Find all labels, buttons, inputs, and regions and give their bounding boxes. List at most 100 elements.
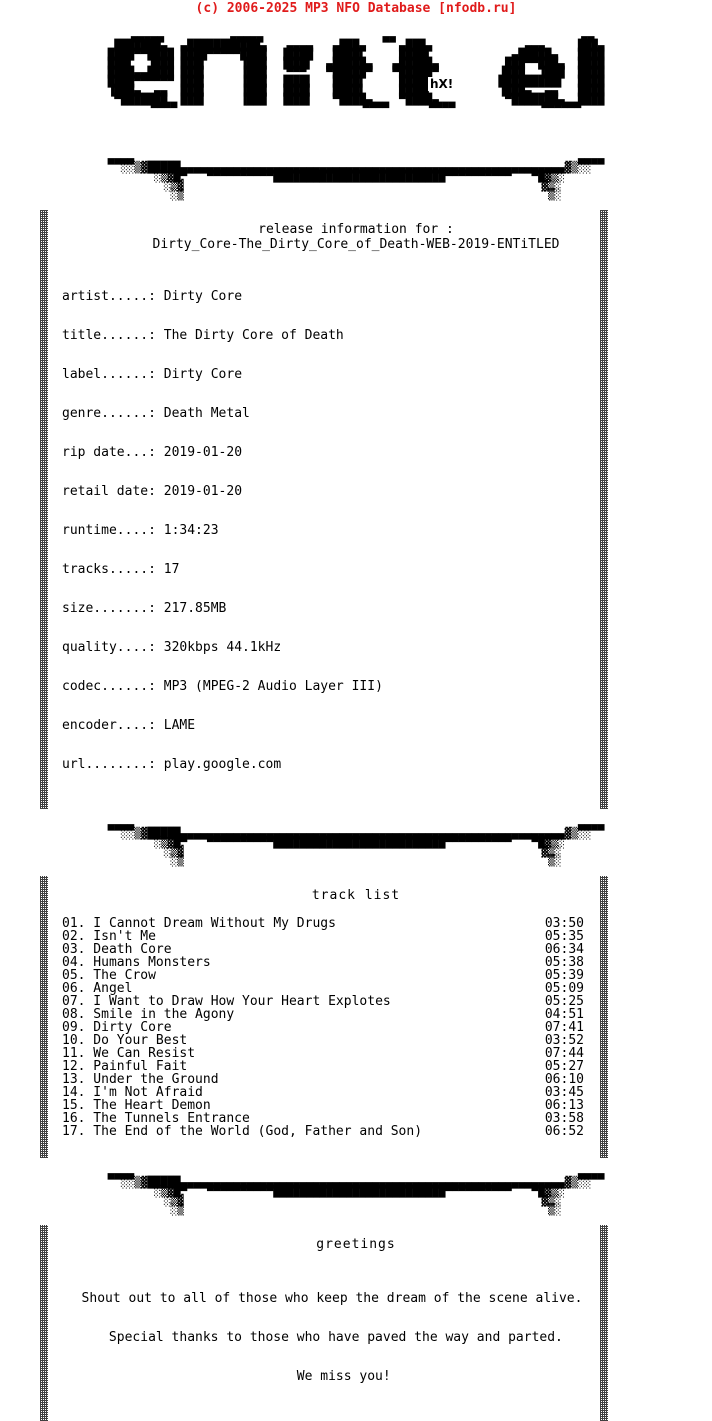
table-row: 05. The Crow 05:39 xyxy=(62,969,584,982)
group-logo: ▄▄▄▄▄ ▄▄▄▄▄ ▄▄ ▄▄ ███████▄ ▄███████████▄… xyxy=(0,21,712,143)
info-row: retail date: 2019-01-20 xyxy=(62,485,712,498)
release-info-heading: release information for : xyxy=(258,222,454,237)
info-label: retail date: xyxy=(62,484,156,499)
info-label: encoder....: xyxy=(62,718,156,733)
track-name: 17. The End of the World (God, Father an… xyxy=(62,1124,423,1139)
track-time: 03:50 xyxy=(544,916,584,931)
track-time: 05:09 xyxy=(544,981,584,996)
table-row: 16. The Tunnels Entrance 03:58 xyxy=(62,1112,584,1125)
track-time: 05:39 xyxy=(544,968,584,983)
track-name: 14. I'm Not Afraid xyxy=(62,1085,203,1100)
info-row: artist.....: Dirty Core xyxy=(62,290,712,303)
greetings-line: Shout out to all of those who keep the d… xyxy=(81,1291,583,1306)
table-row: 07. I Want to Draw How Your Heart Explot… xyxy=(62,995,584,1008)
table-row: 06. Angel 05:09 xyxy=(62,982,584,995)
track-name: 04. Humans Monsters xyxy=(62,955,211,970)
track-name: 09. Dirty Core xyxy=(62,1020,172,1035)
info-label: rip date...: xyxy=(62,445,156,460)
track-name: 08. Smile in the Agony xyxy=(62,1007,235,1022)
info-row: title......: The Dirty Core of Death xyxy=(62,329,712,342)
info-value: LAME xyxy=(163,718,196,733)
info-row: tracks.....: 17 xyxy=(62,563,712,576)
table-row: 13. Under the Ground 06:10 xyxy=(62,1073,584,1086)
table-row: 08. Smile in the Agony 04:51 xyxy=(62,1008,584,1021)
track-name: 05. The Crow xyxy=(62,968,156,983)
track-time: 06:13 xyxy=(544,1098,584,1113)
info-value: The Dirty Core of Death xyxy=(163,328,344,343)
table-row: 15. The Heart Demon 06:13 xyxy=(62,1099,584,1112)
tracklist-rows: 01. I Cannot Dream Without My Drugs 03:50… xyxy=(62,917,584,1138)
table-row: 11. We Can Resist 07:44 xyxy=(62,1047,584,1060)
info-value: 1:34:23 xyxy=(163,523,219,538)
track-time: 07:44 xyxy=(544,1046,584,1061)
track-name: 06. Angel xyxy=(62,981,133,996)
track-time: 06:10 xyxy=(544,1072,584,1087)
info-label: quality....: xyxy=(62,640,156,655)
info-value: Dirty Core xyxy=(163,367,243,382)
track-time: 03:45 xyxy=(544,1085,584,1100)
table-row: 12. Painful Fait 05:27 xyxy=(62,1060,584,1073)
table-row: 04. Humans Monsters 05:38 xyxy=(62,956,584,969)
track-time: 03:58 xyxy=(544,1111,584,1126)
greetings-heading: greetings xyxy=(316,1237,396,1252)
info-row: runtime....: 1:34:23 xyxy=(62,524,712,537)
track-name: 11. We Can Resist xyxy=(62,1046,196,1061)
info-value: Dirty Core xyxy=(163,289,243,304)
info-row: url........: play.google.com xyxy=(62,758,712,771)
track-name: 15. The Heart Demon xyxy=(62,1098,211,1113)
info-value: 2019-01-20 xyxy=(163,484,243,499)
info-value: play.google.com xyxy=(163,757,282,772)
info-label: label......: xyxy=(62,367,156,382)
separator-bar-greetings: ▄▄▄▄ ▄▄▄▄ ░░▒▓█████▄▄▄▄▄▄▄▄▄▄▄▄▄▄▄▄▄▄▄▄▄… xyxy=(107,1167,605,1216)
track-name: 10. Do Your Best xyxy=(62,1033,188,1048)
separator-bar-tracklist: ▄▄▄▄ ▄▄▄▄ ░░▒▓█████▄▄▄▄▄▄▄▄▄▄▄▄▄▄▄▄▄▄▄▄▄… xyxy=(107,818,605,867)
tracklist-section: track list 01. I Cannot Dream Without My… xyxy=(0,876,712,1158)
track-time: 03:52 xyxy=(544,1033,584,1048)
separator-bar-top: ▄▄▄▄ ▄▄▄▄ ░░▒▓█████▄▄▄▄▄▄▄▄▄▄▄▄▄▄▄▄▄▄▄▄▄… xyxy=(107,152,605,201)
table-row: 01. I Cannot Dream Without My Drugs 03:50 xyxy=(62,917,584,930)
info-label: runtime....: xyxy=(62,523,156,538)
greetings-section: greetings Shout out to all of those who … xyxy=(0,1225,712,1421)
info-row: rip date...: 2019-01-20 xyxy=(62,446,712,459)
track-time: 06:52 xyxy=(544,1124,584,1139)
info-value: 320kbps 44.1kHz xyxy=(163,640,282,655)
info-label: url........: xyxy=(62,757,156,772)
info-label: title......: xyxy=(62,328,156,343)
info-row: label......: Dirty Core xyxy=(62,368,712,381)
track-time: 05:25 xyxy=(544,994,584,1009)
greetings-text: Shout out to all of those who keep the d… xyxy=(62,1266,602,1409)
track-time: 04:51 xyxy=(544,1007,584,1022)
info-label: tracks.....: xyxy=(62,562,156,577)
info-label: genre......: xyxy=(62,406,156,421)
info-row: genre......: Death Metal xyxy=(62,407,712,420)
tracklist-heading: track list xyxy=(311,888,401,903)
info-label: codec......: xyxy=(62,679,156,694)
info-value: MP3 (MPEG-2 Audio Layer III) xyxy=(163,679,383,694)
info-value: 2019-01-20 xyxy=(163,445,243,460)
track-name: 07. I Want to Draw How Your Heart Explot… xyxy=(62,994,391,1009)
greetings-line: Special thanks to those who have paved t… xyxy=(101,1330,563,1345)
track-time: 07:41 xyxy=(544,1020,584,1035)
info-value: 17 xyxy=(163,562,180,577)
release-name: Dirty_Core-The_Dirty_Core_of_Death-WEB-2… xyxy=(152,237,560,252)
info-label: artist.....: xyxy=(62,289,156,304)
info-value: 217.85MB xyxy=(163,601,227,616)
info-label: size.......: xyxy=(62,601,156,616)
table-row: 09. Dirty Core 07:41 xyxy=(62,1021,584,1034)
artist-tag: hX! xyxy=(428,77,456,91)
release-fields: artist.....: Dirty Core title......: The… xyxy=(62,264,712,797)
info-row: codec......: MP3 (MPEG-2 Audio Layer III… xyxy=(62,680,712,693)
ascii-logo-art: ▄▄▄▄▄ ▄▄▄▄▄ ▄▄ ▄▄ ███████▄ ▄███████████▄… xyxy=(107,30,605,115)
table-row: 02. Isn't Me 05:35 xyxy=(62,930,584,943)
table-row: 17. The End of the World (God, Father an… xyxy=(62,1125,584,1138)
info-value: Death Metal xyxy=(163,406,250,421)
table-row: 14. I'm Not Afraid 03:45 xyxy=(62,1086,584,1099)
info-row: encoder....: LAME xyxy=(62,719,712,732)
nfo-page: (c) 2006-2025 MP3 NFO Database [nfodb.ru… xyxy=(0,0,712,1421)
table-row: 03. Death Core 06:34 xyxy=(62,943,584,956)
track-name: 02. Isn't Me xyxy=(62,929,156,944)
release-info-section: release information for : Dirty_Core-The… xyxy=(0,210,712,809)
track-name: 12. Painful Fait xyxy=(62,1059,188,1074)
track-name: 01. I Cannot Dream Without My Drugs xyxy=(62,916,336,931)
track-name: 16. The Tunnels Entrance xyxy=(62,1111,250,1126)
